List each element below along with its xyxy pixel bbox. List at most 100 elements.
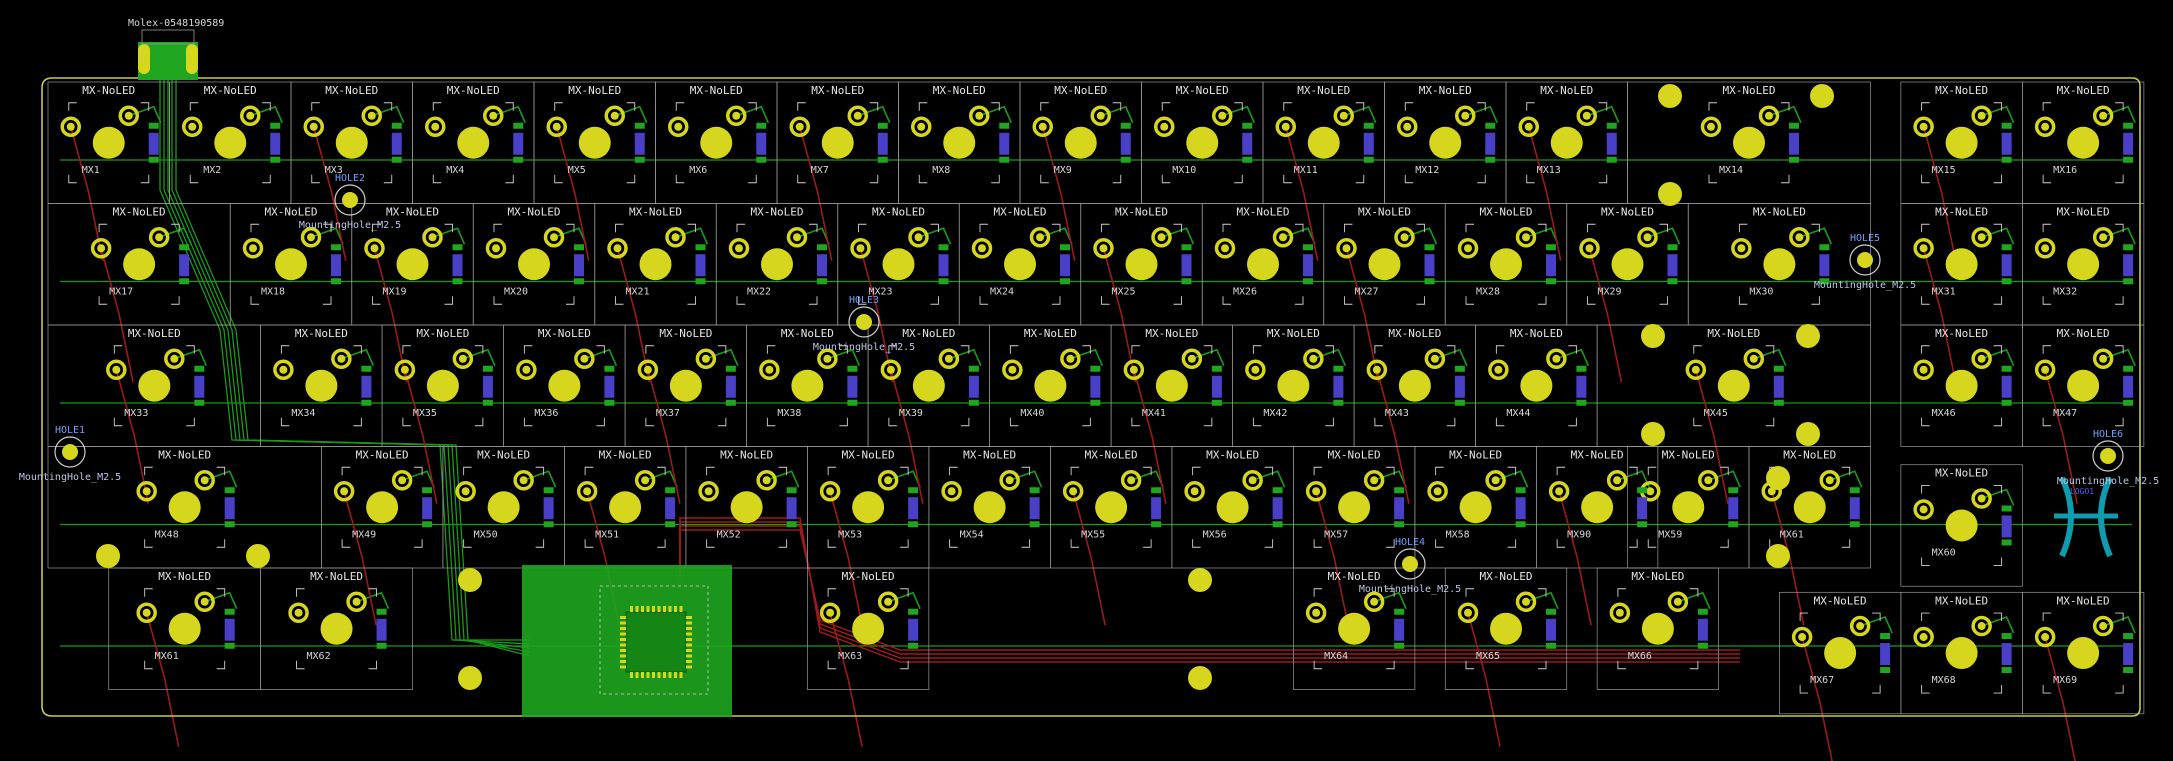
mcu-pin: [686, 638, 692, 641]
switch-pin-2-core: [1522, 233, 1530, 242]
diode-pad-bottom: [725, 399, 736, 406]
diode-body: [2123, 643, 2134, 666]
stabilizer-hole: [1641, 324, 1665, 348]
diode-pad-bottom: [1394, 642, 1405, 649]
switch-value-label: MX-NoLED: [1935, 327, 1988, 340]
switch-value-label: MX-NoLED: [1707, 327, 1760, 340]
switch-ref-label: MX34: [291, 408, 315, 419]
switch-pin-2-core: [124, 111, 133, 120]
switch-pin-2-core: [762, 476, 771, 485]
diode-body: [817, 254, 827, 277]
diode-pad-top: [1090, 365, 1101, 372]
diode-pad-bottom: [2123, 399, 2134, 406]
switch-pin-1-core: [461, 487, 470, 496]
diode-body: [1789, 132, 1799, 155]
switch-value-label: MX-NoLED: [902, 327, 955, 340]
switch-ref-label: MX57: [1324, 529, 1348, 540]
switch-pin-2-core: [352, 597, 361, 606]
switch-center-pad: [92, 126, 125, 159]
switch-pin-2-core: [155, 233, 164, 242]
stabilizer-hole: [1766, 544, 1790, 568]
mcu-pin: [686, 654, 692, 658]
switch-pin-1-core: [1646, 487, 1655, 496]
switch-ref-label: MX51: [595, 529, 619, 540]
mcu-pin: [620, 627, 626, 630]
switch-pin-1-core: [294, 608, 303, 617]
diode-pad-top: [1333, 365, 1344, 372]
switch-pin-1-core: [309, 122, 318, 131]
switch-center-pad: [123, 248, 156, 281]
diode-pad-bottom: [1697, 642, 1708, 649]
diode-pad-top: [1029, 487, 1040, 494]
diode-pad-bottom: [1363, 156, 1374, 163]
usb-connector-pad-right: [186, 44, 198, 74]
stabilizer-hole: [96, 544, 120, 568]
switch-pin-2-core: [489, 111, 498, 120]
diode-pad-top: [1546, 608, 1556, 615]
switch-value-label: MX-NoLED: [1054, 84, 1107, 97]
switch-ref-label: MX42: [1263, 408, 1287, 419]
switch-pin-1-core: [704, 487, 713, 496]
switch-value-label: MX-NoLED: [325, 84, 378, 97]
switch-value-label: MX-NoLED: [781, 327, 834, 340]
diode-pad-bottom: [1454, 399, 1465, 406]
diode-pad-bottom: [1789, 156, 1799, 163]
switch-center-pad: [2067, 248, 2100, 281]
switch-value-label: MX-NoLED: [1935, 467, 1988, 480]
mcu-pin: [657, 606, 661, 612]
switch-pin-1-core: [1129, 365, 1138, 374]
switch-center-pad: [487, 491, 520, 524]
diode-pad-top: [224, 608, 235, 615]
diode-pad-top: [847, 365, 858, 372]
diode-pad-bottom: [1211, 399, 1222, 406]
switch-pin-2-core: [428, 233, 437, 242]
switch-center-pad: [943, 126, 976, 159]
switch-pin-2-core: [944, 354, 953, 363]
mcu-pin: [686, 649, 692, 652]
diode-pad-bottom: [1773, 399, 1784, 406]
usb-connector-value: Molex-0548190589: [128, 18, 224, 29]
switch-ref-label: MX55: [1081, 529, 1105, 540]
switch-ref-label: MX15: [1932, 165, 1956, 176]
switch-pin-1-core: [1464, 608, 1472, 617]
switch-center-pad: [1125, 248, 1158, 281]
switch-pin-1-core: [1160, 122, 1169, 131]
switch-value-label: MX-NoLED: [842, 570, 895, 583]
diode-body: [2001, 132, 2012, 155]
switch-ref-label: MX38: [777, 408, 801, 419]
switch-ref-label: MX19: [382, 286, 406, 297]
mcu-pin: [620, 632, 626, 636]
diode-body: [1120, 132, 1131, 155]
switch-pin-2-core: [170, 354, 179, 363]
switch-pin-2-core: [1491, 476, 1500, 485]
diode-pad-bottom: [1546, 278, 1556, 285]
switch-ref-label: MX24: [990, 286, 1014, 297]
diode-body: [543, 497, 554, 520]
switch-center-pad: [1945, 509, 1978, 542]
switch-pin-2-core: [1005, 476, 1014, 485]
switch-pin-1-core: [2041, 244, 2050, 253]
diode-pad-bottom: [2001, 667, 2012, 674]
switch-pin-1-core: [1555, 487, 1564, 496]
switch-center-pad: [1368, 248, 1401, 281]
switch-value-label: MX-NoLED: [1358, 206, 1411, 219]
switch-pin-1-core: [1707, 122, 1715, 131]
switch-value-label: MX-NoLED: [720, 449, 773, 462]
switch-value-label: MX-NoLED: [1206, 449, 1259, 462]
switch-pin-1-core: [583, 487, 592, 496]
switch-center-pad: [1824, 637, 1857, 670]
diode-pad-top: [695, 244, 706, 251]
diode-pad-bottom: [452, 278, 463, 285]
switch-pin-2-core: [519, 476, 528, 485]
switch-pin-2-core: [246, 111, 255, 120]
switch-ref-label: MX27: [1354, 286, 1378, 297]
switch-pin-2-core: [1552, 354, 1561, 363]
switch-value-label: MX-NoLED: [128, 327, 181, 340]
diode-pad-top: [665, 487, 676, 494]
switch-pin-1-core: [142, 487, 151, 496]
switch-ref-label: MX52: [717, 529, 741, 540]
diode-body: [1637, 497, 1648, 520]
switch-pin-2-core: [1977, 354, 1986, 363]
diode-body: [756, 132, 767, 155]
switch-ref-label: MX17: [109, 286, 133, 297]
